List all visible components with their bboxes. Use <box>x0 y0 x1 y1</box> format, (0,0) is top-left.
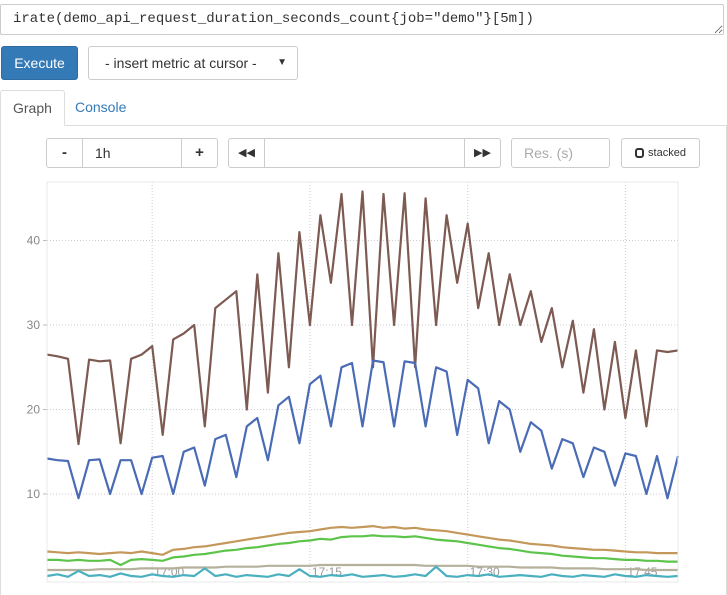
y-tick-label: 30 <box>27 318 41 332</box>
series-line-4[interactable] <box>47 563 678 572</box>
y-tick-label: 40 <box>27 234 41 248</box>
series-line-1[interactable] <box>46 359 680 500</box>
series-line-2[interactable] <box>46 524 678 556</box>
y-tick-label: 10 <box>27 487 41 501</box>
y-tick-label: 20 <box>27 403 41 417</box>
series-line-0[interactable] <box>46 190 679 446</box>
plot-border <box>46 181 679 583</box>
series-line-3[interactable] <box>47 534 678 567</box>
graph-chart[interactable]: 10203040 17:00 17:15 17:30 17:45 <box>0 0 727 585</box>
